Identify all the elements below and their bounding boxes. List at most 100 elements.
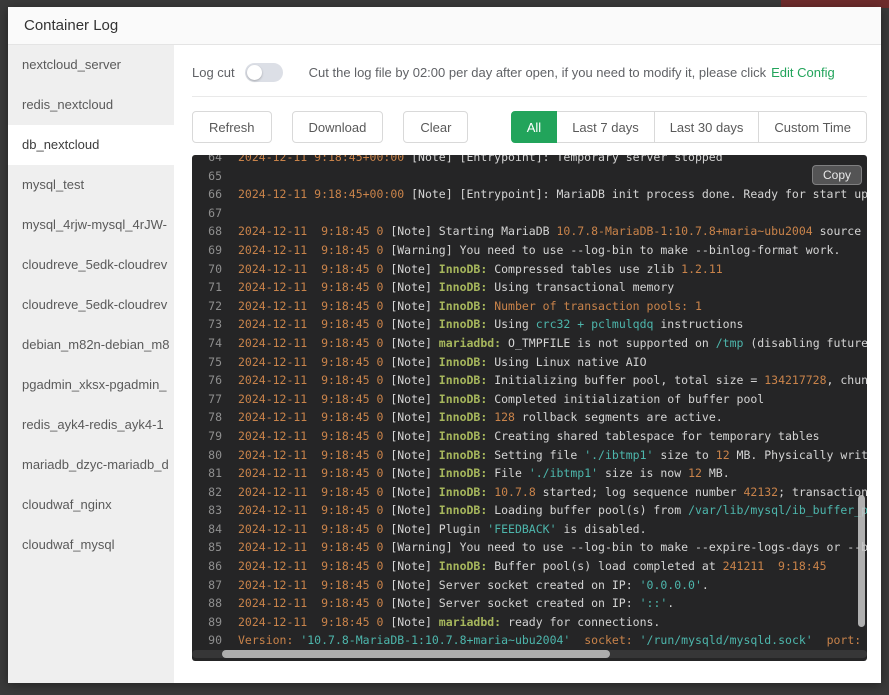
sidebar-item-redis_ayk4-redis_ayk4-1[interactable]: redis_ayk4-redis_ayk4-1	[8, 405, 174, 445]
download-button[interactable]: Download	[291, 111, 384, 143]
range-button-last-7-days[interactable]: Last 7 days	[556, 111, 655, 143]
log-segment: [Note]	[383, 391, 439, 406]
log-line: 88 2024-12-11 9:18:45 0 [Note] Server soc…	[192, 594, 867, 613]
line-number: 68	[208, 224, 222, 239]
log-segment: [Note]	[383, 354, 439, 369]
log-segment: Buffer pool(s) load completed at	[487, 559, 723, 574]
log-segment: InnoDB:	[438, 410, 488, 425]
log-line: 70 2024-12-11 9:18:45 0 [Note] InnoDB: Co…	[192, 260, 867, 279]
line-number: 70	[208, 261, 222, 276]
log-segment: 2024-12-11 9:18:45 0	[238, 503, 384, 518]
log-segment: InnoDB:	[438, 447, 488, 462]
sidebar-item-cloudwaf_mysql[interactable]: cloudwaf_mysql	[8, 525, 174, 565]
log-line: 83 2024-12-11 9:18:45 0 [Note] InnoDB: Lo…	[192, 501, 867, 520]
log-segment: [Note] Server socket created on IP:	[383, 596, 640, 611]
log-segment: /tmp	[715, 335, 744, 350]
sidebar-item-mariadb_dzyc-mariadb_d[interactable]: mariadb_dzyc-mariadb_d	[8, 445, 174, 485]
log-segment: [Note]	[383, 614, 439, 629]
log-segment: 42132	[743, 484, 779, 499]
log-segment: [Warning] You need to use --log-bin to m…	[390, 540, 867, 555]
log-segment: .	[667, 596, 675, 611]
log-segment: [Note]	[383, 280, 439, 295]
log-segment: 1.2.11	[681, 261, 723, 276]
log-segment: is disabled.	[556, 521, 647, 536]
log-line: 71 2024-12-11 9:18:45 0 [Note] InnoDB: Us…	[192, 278, 867, 297]
log-segment	[633, 633, 640, 647]
log-segment: 2024-12-11 9:18:45 0	[238, 540, 384, 555]
log-segment: [Note]	[383, 559, 439, 574]
log-segment: InnoDB:	[438, 298, 488, 313]
log-segment: InnoDB:	[438, 280, 488, 295]
sidebar-item-mysql_4rjw-mysql_4rJW-[interactable]: mysql_4rjw-mysql_4rJW-	[8, 205, 174, 245]
modal-body: nextcloud_server redis_nextcloud db_nextcl…	[8, 45, 881, 683]
log-segment: Version:	[238, 633, 294, 648]
log-segment: Completed initialization of buffer pool	[487, 391, 765, 406]
log-cut-label: Log cut	[192, 65, 235, 80]
log-segment: './ibtmp1'	[584, 447, 654, 462]
line-number: 82	[208, 484, 222, 499]
line-number: 69	[208, 242, 222, 257]
log-segment: 2024-12-11 9:18:45 0	[238, 484, 384, 499]
log-segment: [Note]	[383, 447, 439, 462]
log-cut-toggle[interactable]	[244, 63, 283, 82]
log-segment: Compressed tables use zlib	[487, 261, 682, 276]
log-segment: '::'	[639, 596, 668, 611]
log-segment: [Note]	[383, 484, 439, 499]
vertical-scrollbar-thumb[interactable]	[858, 495, 865, 627]
sidebar-item-debian_m82n-debian_m8[interactable]: debian_m82n-debian_m8	[8, 325, 174, 365]
sidebar-item-redis_nextcloud[interactable]: redis_nextcloud	[8, 85, 174, 125]
log-segment: './ibtmp1'	[528, 466, 599, 481]
log-line: 82 2024-12-11 9:18:45 0 [Note] InnoDB: 10…	[192, 483, 867, 502]
log-area: 64 2024-12-11 9:18:45+00:00 [Note] [Entry…	[192, 155, 867, 661]
line-number: 74	[208, 335, 222, 350]
log-segment: Setting file	[487, 447, 585, 462]
sidebar-item-nextcloud_server[interactable]: nextcloud_server	[8, 45, 174, 85]
sidebar-item-pgadmin_xksx-pgadmin_[interactable]: pgadmin_xksx-pgadmin_	[8, 365, 174, 405]
sidebar: nextcloud_server redis_nextcloud db_nextcl…	[8, 45, 174, 683]
line-number: 81	[208, 466, 222, 481]
line-number: 77	[208, 391, 222, 406]
log-segment: InnoDB:	[438, 466, 488, 481]
log-segment: [Note]	[383, 261, 439, 276]
log-line: 75 2024-12-11 9:18:45 0 [Note] InnoDB: Us…	[192, 353, 867, 372]
sidebar-item-cloudwaf_nginx[interactable]: cloudwaf_nginx	[8, 485, 174, 525]
sidebar-item-db_nextcloud[interactable]: db_nextcloud	[8, 125, 174, 165]
log-line: 76 2024-12-11 9:18:45 0 [Note] InnoDB: In…	[192, 371, 867, 390]
sidebar-item-cloudreve_5edk-cloudrev[interactable]: cloudreve_5edk-cloudrev	[8, 245, 174, 285]
log-segment: ; transaction id	[778, 484, 867, 499]
toggle-knob-icon	[246, 65, 262, 80]
log-segment: 10.7.8	[494, 484, 536, 499]
horizontal-scrollbar-thumb[interactable]	[222, 650, 610, 658]
log-lines: 64 2024-12-11 9:18:45+00:00 [Note] [Entry…	[192, 155, 867, 650]
log-segment: 2024-12-11 9:18:45 0	[238, 577, 384, 592]
line-number: 84	[208, 521, 222, 536]
line-number: 65	[208, 168, 222, 183]
log-segment: 2024-12-11 9:18:45 0	[238, 428, 384, 443]
log-segment: InnoDB:	[438, 373, 488, 388]
log-segment: source revision	[819, 224, 862, 239]
line-number: 85	[208, 540, 222, 555]
line-number: 79	[208, 428, 222, 443]
line-number: 88	[208, 596, 222, 611]
line-number: 72	[208, 298, 222, 313]
edit-config-link[interactable]: Edit Config	[771, 65, 835, 80]
sidebar-item-cloudreve_5edk-cloudrev[interactable]: cloudreve_5edk-cloudrev	[8, 285, 174, 325]
log-line: 64 2024-12-11 9:18:45+00:00 [Note] [Entry…	[192, 155, 867, 167]
clear-button[interactable]: Clear	[403, 111, 469, 143]
range-button-all[interactable]: All	[510, 111, 558, 143]
log-segment: [Warning] You need to use --log-bin to m…	[383, 242, 841, 257]
log-segment: 2024-12-11 9:18:45 0	[238, 373, 384, 388]
log-segment: size to	[653, 447, 716, 462]
log-segment: 2024-12-11 9:18:45 0	[238, 596, 384, 611]
line-number: 87	[208, 577, 222, 592]
refresh-button[interactable]: Refresh	[192, 111, 272, 143]
log-segment: rollback segments are active.	[514, 410, 723, 425]
modal-header: Container Log	[8, 7, 881, 45]
container-log-modal: Container Log nextcloud_server redis_next…	[8, 7, 881, 683]
range-button-custom-time[interactable]: Custom Time	[758, 111, 867, 143]
log-line: 69 2024-12-11 9:18:45 0 [Warning] You nee…	[192, 241, 867, 260]
line-number: 86	[208, 559, 222, 574]
copy-button[interactable]: Copy	[811, 165, 862, 185]
range-button-last-30-days[interactable]: Last 30 days	[653, 111, 760, 143]
sidebar-item-mysql_test[interactable]: mysql_test	[8, 165, 174, 205]
